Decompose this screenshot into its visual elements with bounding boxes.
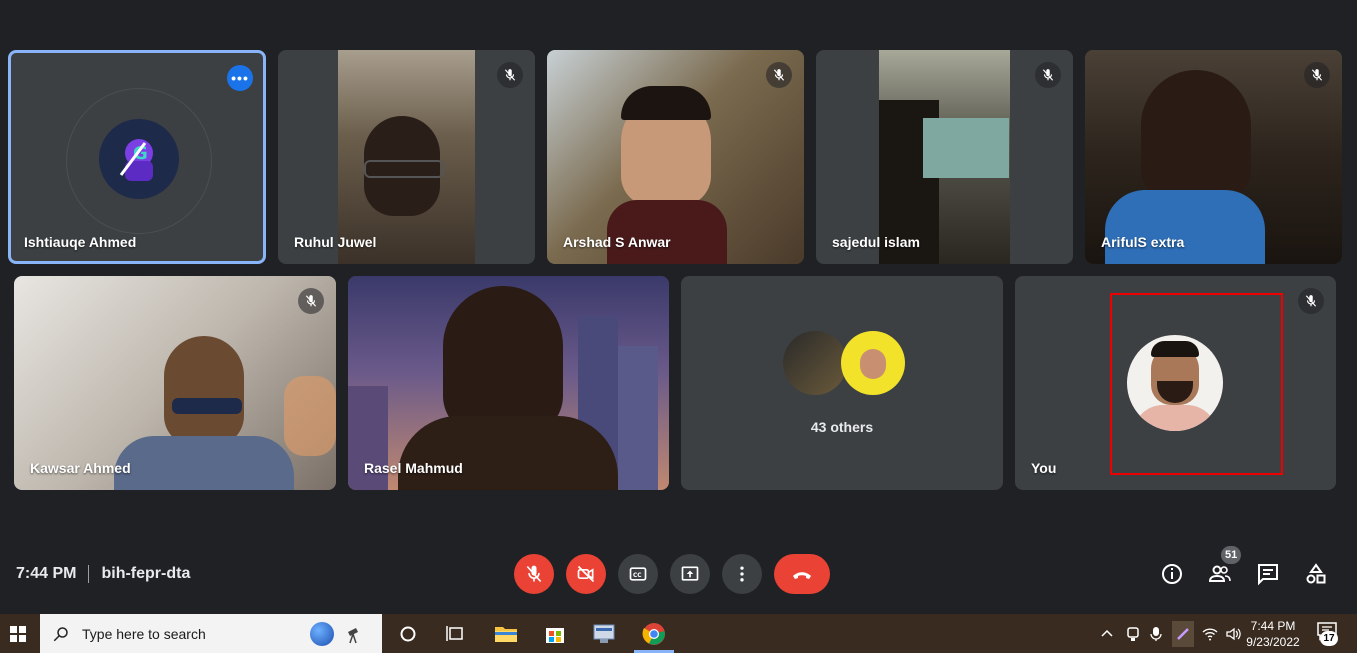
webcam-icon[interactable] <box>1126 626 1140 642</box>
participant-name: Ishtiauqe Ahmed <box>24 234 137 250</box>
people-count-badge: 51 <box>1221 546 1242 564</box>
microphone-icon[interactable] <box>1150 626 1162 642</box>
video-feed <box>14 276 336 490</box>
mic-toggle-button[interactable] <box>514 554 554 594</box>
avatar <box>783 331 847 395</box>
pen-icon[interactable] <box>1172 620 1194 647</box>
mic-off-icon <box>497 62 523 88</box>
avatar <box>841 331 905 395</box>
chat-button[interactable] <box>1254 560 1282 588</box>
participant-tile[interactable]: G ••• Ishtiauqe Ahmed <box>8 50 266 264</box>
people-icon <box>1208 565 1231 582</box>
chrome-button[interactable] <box>640 620 668 648</box>
store-icon <box>546 628 564 643</box>
participant-tile[interactable]: sajedul islam <box>816 50 1073 264</box>
participant-name: Kawsar Ahmed <box>30 460 131 476</box>
cortana-icon <box>400 626 416 642</box>
cortana-button[interactable] <box>394 620 422 648</box>
hang-up-icon <box>793 572 811 579</box>
more-options-icon[interactable]: ••• <box>227 65 253 91</box>
system-tray <box>1100 614 1242 653</box>
store-button[interactable] <box>541 620 569 648</box>
network-app-icon <box>593 624 615 643</box>
info-icon <box>1162 564 1182 584</box>
video-feed <box>338 50 475 264</box>
captions-icon: CC <box>629 567 647 581</box>
leave-call-button[interactable] <box>774 554 830 594</box>
network-app-button[interactable] <box>590 620 618 648</box>
participant-tile[interactable]: Ruhul Juwel <box>278 50 535 264</box>
participant-tile[interactable]: ArifulS extra <box>1085 50 1342 264</box>
speaker-icon[interactable] <box>1226 627 1242 641</box>
search-placeholder: Type here to search <box>82 625 206 642</box>
video-feed <box>879 50 1010 264</box>
meeting-stage: G ••• Ishtiauqe Ahmed Ruhul Juwel Arshad… <box>0 0 1357 614</box>
file-explorer-button[interactable] <box>492 620 520 648</box>
participant-tile[interactable]: Kawsar Ahmed <box>14 276 336 490</box>
video-feed <box>547 50 804 264</box>
camera-off-icon <box>577 565 595 583</box>
clock-time: 7:44 PM <box>1250 619 1296 633</box>
notification-center-button[interactable]: 17 <box>1316 621 1342 647</box>
video-feed <box>348 276 669 490</box>
people-button[interactable] <box>1206 560 1234 588</box>
participant-name: sajedul islam <box>832 234 920 250</box>
participant-name: ArifulS extra <box>1101 234 1185 250</box>
activities-button[interactable] <box>1302 560 1330 588</box>
others-tile[interactable]: 43 others <box>681 276 1003 490</box>
windows-taskbar: Type here to search 7:44 PM 9/23/2022 17 <box>0 614 1357 653</box>
meeting-code: bih-fepr-dta <box>101 565 191 582</box>
divider <box>88 565 90 583</box>
participant-tile[interactable]: Arshad S Anwar <box>547 50 804 264</box>
chat-icon <box>1258 564 1278 586</box>
activities-icon <box>1306 563 1326 584</box>
participant-tile[interactable]: Rasel Mahmud <box>348 276 669 490</box>
present-button[interactable] <box>670 554 710 594</box>
more-vertical-icon <box>740 566 744 582</box>
task-view-button[interactable] <box>442 620 470 648</box>
camera-toggle-button[interactable] <box>566 554 606 594</box>
svg-text:CC: CC <box>633 573 642 579</box>
captions-button[interactable]: CC <box>618 554 658 594</box>
mic-off-icon <box>1298 288 1324 314</box>
present-screen-icon <box>681 566 699 581</box>
chrome-icon <box>642 623 665 645</box>
wifi-icon[interactable] <box>1202 627 1218 641</box>
mic-off-icon <box>1035 62 1061 88</box>
control-bar: 7:44 PM bih-fepr-dta CC 51 <box>0 540 1357 610</box>
clock-date: 9/23/2022 <box>1246 635 1300 649</box>
start-button[interactable] <box>0 614 36 653</box>
meeting-info: 7:44 PM bih-fepr-dta <box>16 565 190 583</box>
video-feed <box>1085 50 1342 264</box>
participant-name: Arshad S Anwar <box>563 234 671 250</box>
search-icon <box>53 626 68 641</box>
participant-name: You <box>1031 460 1057 476</box>
windows-logo-icon <box>10 625 26 642</box>
participant-name: Ruhul Juwel <box>294 234 377 250</box>
svg-text:G: G <box>133 143 148 164</box>
others-count: 43 others <box>810 419 874 435</box>
notification-count-badge: 17 <box>1320 631 1338 646</box>
folder-icon <box>495 627 517 642</box>
avatar: G <box>99 119 179 199</box>
taskbar-search-box[interactable]: Type here to search <box>40 614 382 653</box>
search-highlight-icon <box>304 618 374 650</box>
participant-name: Rasel Mahmud <box>364 460 463 476</box>
mic-off-icon <box>766 62 792 88</box>
meeting-time: 7:44 PM <box>16 565 77 582</box>
mic-off-icon <box>1304 62 1330 88</box>
more-options-button[interactable] <box>722 554 762 594</box>
meeting-details-button[interactable] <box>1158 560 1186 588</box>
mic-off-icon <box>526 565 542 583</box>
highlight-box <box>1110 293 1283 475</box>
chevron-up-icon[interactable] <box>1100 627 1114 641</box>
task-view-icon <box>446 626 463 641</box>
mic-off-icon <box>298 288 324 314</box>
taskbar-clock[interactable]: 7:44 PM 9/23/2022 <box>1243 618 1303 650</box>
